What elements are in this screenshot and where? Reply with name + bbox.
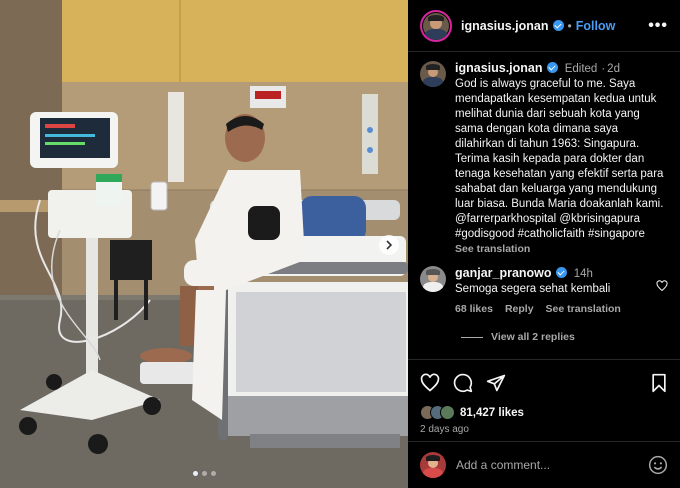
separator-dot: · <box>601 63 606 75</box>
carousel-dot-2 <box>201 471 207 476</box>
post-header: ignasius.jonan • Follow ••• <box>408 0 680 52</box>
comment-heart-icon[interactable] <box>656 280 668 292</box>
carousel-indicator <box>0 471 408 476</box>
view-replies-label: View all 2 replies <box>491 331 575 343</box>
share-icon[interactable] <box>486 373 506 393</box>
next-slide-button[interactable] <box>379 235 399 255</box>
post-photo[interactable] <box>0 0 408 488</box>
more-options-icon[interactable]: ••• <box>648 17 668 35</box>
carousel-dot-1 <box>192 471 198 476</box>
comments-section[interactable]: ignasius.jonan Edited · 2d God is always g… <box>408 53 680 358</box>
caption-author-avatar[interactable] <box>420 61 446 87</box>
comment-composer <box>408 441 680 488</box>
commenter-username[interactable]: ganjar_pranowo <box>455 266 552 280</box>
likes-count[interactable]: 81,427 likes <box>460 407 524 419</box>
comment-text: Semoga segera sehat kembali <box>455 283 611 295</box>
post-actions: 81,427 likes 2 days ago <box>408 359 680 435</box>
author-avatar[interactable] <box>420 9 452 42</box>
liker-avatar <box>440 405 455 420</box>
next-arrow-icon <box>386 240 393 250</box>
heart-icon[interactable] <box>420 373 440 393</box>
post-side-panel: ignasius.jonan • Follow ••• ignasius.jon… <box>408 0 680 488</box>
follow-button[interactable]: Follow <box>576 19 616 33</box>
comment-likes[interactable]: 68 likes <box>455 303 493 315</box>
caption-username[interactable]: ignasius.jonan <box>455 61 543 75</box>
edited-label: Edited <box>564 63 598 75</box>
viewer-avatar <box>420 452 446 478</box>
comment-icon[interactable] <box>453 373 473 393</box>
action-icons <box>420 370 668 396</box>
comment-actions: 68 likes Reply See translation <box>455 303 650 315</box>
comment-see-translation[interactable]: See translation <box>546 303 621 315</box>
caption-see-translation[interactable]: See translation <box>455 243 668 255</box>
verified-badge-icon <box>546 62 558 73</box>
comment-time[interactable]: 14h <box>574 268 593 280</box>
caption-text: God is always graceful to me. Saya menda… <box>455 78 664 240</box>
comment-row: ganjar_pranowo 14h Semoga segera sehat k… <box>420 266 668 315</box>
hospital-room-illustration <box>0 0 408 488</box>
post-date[interactable]: 2 days ago <box>420 424 668 435</box>
separator-dot: • <box>567 18 572 33</box>
commenter-avatar[interactable] <box>420 266 446 292</box>
verified-badge-icon <box>555 267 567 278</box>
reply-button[interactable]: Reply <box>505 303 534 315</box>
verified-badge-icon <box>552 20 564 31</box>
author-username[interactable]: ignasius.jonan <box>461 19 549 33</box>
likes-row[interactable]: 81,427 likes <box>420 405 668 420</box>
bookmark-icon[interactable] <box>650 373 668 393</box>
caption-row: ignasius.jonan Edited · 2d God is always g… <box>420 61 668 255</box>
caption-meta: ignasius.jonan Edited · 2d <box>455 61 668 77</box>
emoji-icon[interactable] <box>648 455 668 475</box>
add-comment-input[interactable] <box>456 458 648 472</box>
comment-meta: ganjar_pranowo 14h <box>455 266 650 282</box>
carousel-dot-3 <box>210 471 216 476</box>
caption-time[interactable]: 2d <box>607 63 620 75</box>
view-replies-button[interactable]: View all 2 replies <box>461 331 668 343</box>
replies-line <box>461 336 483 338</box>
